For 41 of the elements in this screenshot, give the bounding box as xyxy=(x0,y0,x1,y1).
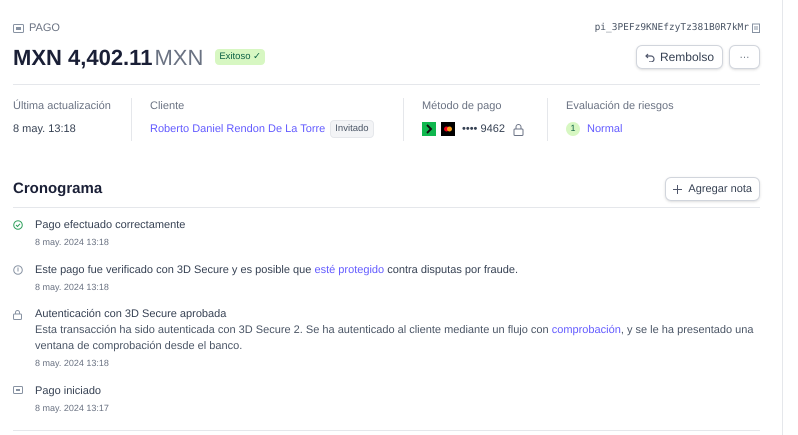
risk-level: Normal xyxy=(587,122,622,137)
link[interactable]: esté protegido xyxy=(314,264,384,276)
event-time: 8 may. 2024 13:17 xyxy=(35,402,109,415)
risk-score: 1 xyxy=(566,122,580,136)
more-button[interactable]: ··· xyxy=(729,45,760,69)
status-badge: Exitoso ✓ xyxy=(215,48,266,66)
currency: MXN xyxy=(154,44,204,72)
customer-link[interactable]: Roberto Daniel Rendon De La Torre xyxy=(150,120,326,138)
card-brand-icon xyxy=(441,122,455,136)
payment-icon xyxy=(13,24,24,33)
event-time: 8 may. 2024 13:18 xyxy=(35,357,110,370)
section-title: Cronograma xyxy=(13,178,102,199)
plus-icon xyxy=(673,184,682,194)
check-icon xyxy=(13,220,23,230)
guest-badge: Invitado xyxy=(330,120,374,138)
event-title: Pago iniciado xyxy=(35,384,102,398)
lock-icon xyxy=(512,122,524,136)
link[interactable]: comprobación xyxy=(552,324,621,336)
payment-id: pi_3PEFz9KNEfzyTz381B0R7kMr xyxy=(594,21,749,36)
detail-label: Método de pago xyxy=(422,98,503,114)
detail-label: Evaluación de riesgos xyxy=(566,98,675,114)
copy-icon[interactable] xyxy=(752,23,760,34)
detail-label: Última actualización xyxy=(13,98,112,114)
payment-icon xyxy=(13,386,23,394)
event-title: Pago efectuado correctamente xyxy=(35,218,186,233)
refund-button[interactable]: Rembolso xyxy=(636,45,723,69)
add-note-button[interactable]: Agregar nota xyxy=(665,177,760,201)
brand-icon xyxy=(422,122,436,136)
detail-label: Cliente xyxy=(150,98,186,114)
event-title: Autenticación con 3D Secure aprobada xyxy=(35,307,228,322)
event-time: 8 may. 2024 13:18 xyxy=(35,236,110,249)
lock-icon xyxy=(13,309,22,320)
info-icon xyxy=(13,264,23,274)
undo-icon xyxy=(644,52,655,62)
detail-value: 8 may. 13:18 xyxy=(13,122,76,137)
event-time: 8 may. 2024 13:18 xyxy=(35,280,110,294)
card-number: •••• 9462 xyxy=(462,122,505,137)
amount: MXN 4,402.11 xyxy=(13,44,152,72)
event-description: Esta transacción ha sido autenticada con 3D Secure 2. Se ha autenticado al cliente mediante un flujo con comprobación, y se le ha presentado una ventana de comprobación desde el banco. xyxy=(35,323,755,354)
event-title: Este pago fue verificado con 3D Secure y es posible que esté protegido contra disputas por fraude. xyxy=(35,262,518,278)
section-label: PAGO xyxy=(29,21,60,36)
